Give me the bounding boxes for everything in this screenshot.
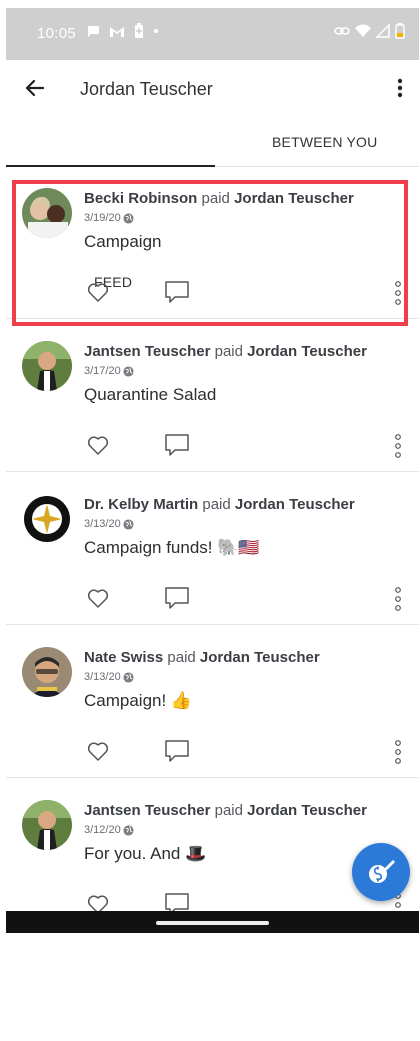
heart-icon[interactable] [86,433,110,457]
more-options-icon[interactable] [394,739,402,765]
transaction-note: Campaign! 👍 [84,691,193,710]
transaction-header: Nate Swiss paid Jordan Teuscher [84,649,320,666]
action-row [86,586,406,612]
payee-name[interactable]: Jordan Teuscher [247,802,367,819]
verb-text: paid [201,190,230,207]
transaction-date: 3/17/20 [84,365,134,377]
pay-or-request-icon [369,860,395,883]
transaction-header: Jantsen Teuscher paid Jordan Teuscher [84,802,367,819]
payer-name[interactable]: Jantsen Teuscher [84,802,210,819]
action-row [86,280,406,306]
payer-name[interactable]: Nate Swiss [84,649,163,666]
more-options-icon[interactable] [394,586,402,612]
date-text: 3/17/20 [84,365,121,377]
payee-name[interactable]: Jordan Teuscher [235,496,355,513]
dot-icon [154,29,158,33]
comment-icon[interactable] [164,280,190,304]
link-icon [334,27,350,35]
back-arrow-icon[interactable] [23,76,47,100]
feed-item[interactable]: Jantsen Teuscher paid Jordan Teuscher 3/… [6,319,419,472]
gmail-icon [110,26,124,37]
payer-name[interactable]: Dr. Kelby Martin [84,496,198,513]
system-nav-bar [6,911,419,933]
transaction-note: For you. And 🎩 [84,844,207,863]
more-options-icon[interactable] [394,433,402,459]
transaction-note: Campaign [84,232,162,251]
home-gesture-handle[interactable] [156,921,269,925]
system-icons [334,23,405,39]
verb-text: paid [214,343,243,360]
globe-icon [123,365,134,377]
app-bar: Jordan Teuscher [6,60,419,116]
globe-icon [123,824,134,836]
feed-item[interactable]: Becki Robinson paid Jordan Teuscher 3/19… [6,166,419,319]
heart-icon[interactable] [86,586,110,610]
avatar[interactable] [22,188,72,238]
action-row [86,433,406,459]
comment-icon[interactable] [164,586,190,610]
transaction-header: Dr. Kelby Martin paid Jordan Teuscher [84,496,355,513]
feed-item[interactable]: Dr. Kelby Martin paid Jordan Teuscher 3/… [6,472,419,625]
date-text: 3/13/20 [84,671,121,683]
avatar[interactable] [22,341,72,391]
globe-icon [123,212,134,224]
comment-icon[interactable] [164,433,190,457]
globe-icon [123,671,134,683]
date-text: 3/12/20 [84,824,121,836]
action-row [86,739,406,765]
battery-saver-icon [135,23,143,38]
avatar[interactable] [22,800,72,850]
transaction-date: 3/12/20 [84,824,134,836]
transaction-note: Campaign funds! 🐘🇺🇸 [84,538,260,557]
chat-icon [88,26,99,37]
more-options-icon[interactable] [394,280,402,306]
wifi-icon [355,24,371,37]
payer-name[interactable]: Jantsen Teuscher [84,343,210,360]
heart-icon[interactable] [86,280,110,304]
transaction-date: 3/19/20 [84,212,134,224]
verb-text: paid [202,496,231,513]
status-time: 10:05 [37,25,77,42]
payer-name[interactable]: Becki Robinson [84,190,197,207]
feed-item[interactable]: Nate Swiss paid Jordan Teuscher 3/13/20 … [6,625,419,778]
page-title: Jordan Teuscher [80,79,213,99]
heart-icon[interactable] [86,739,110,763]
payee-name[interactable]: Jordan Teuscher [247,343,367,360]
payee-name[interactable]: Jordan Teuscher [234,190,354,207]
transaction-date: 3/13/20 [84,518,134,530]
transaction-date: 3/13/20 [84,671,134,683]
globe-icon [123,518,134,530]
app-frame: 10:05 Jordan Teuscher FEED BETWEEN YOU B… [6,8,419,933]
battery-low-icon [395,23,405,39]
transaction-header: Becki Robinson paid Jordan Teuscher [84,190,354,207]
comment-icon[interactable] [164,739,190,763]
tab-between-you[interactable]: BETWEEN YOU [272,134,377,150]
payee-name[interactable]: Jordan Teuscher [200,649,320,666]
status-bar: 10:05 [6,8,419,60]
avatar[interactable] [22,494,72,544]
tab-bar: FEED BETWEEN YOU [6,116,419,290]
transaction-header: Jantsen Teuscher paid Jordan Teuscher [84,343,367,360]
verb-text: paid [167,649,196,666]
overflow-menu-icon[interactable] [395,76,405,100]
transaction-note: Quarantine Salad [84,385,217,404]
pay-or-request-button[interactable] [352,843,410,901]
avatar[interactable] [22,647,72,697]
notification-icons [86,23,159,39]
feed-list: Becki Robinson paid Jordan Teuscher 3/19… [6,166,419,933]
signal-icon [376,24,390,38]
verb-text: paid [214,802,243,819]
date-text: 3/19/20 [84,212,121,224]
date-text: 3/13/20 [84,518,121,530]
